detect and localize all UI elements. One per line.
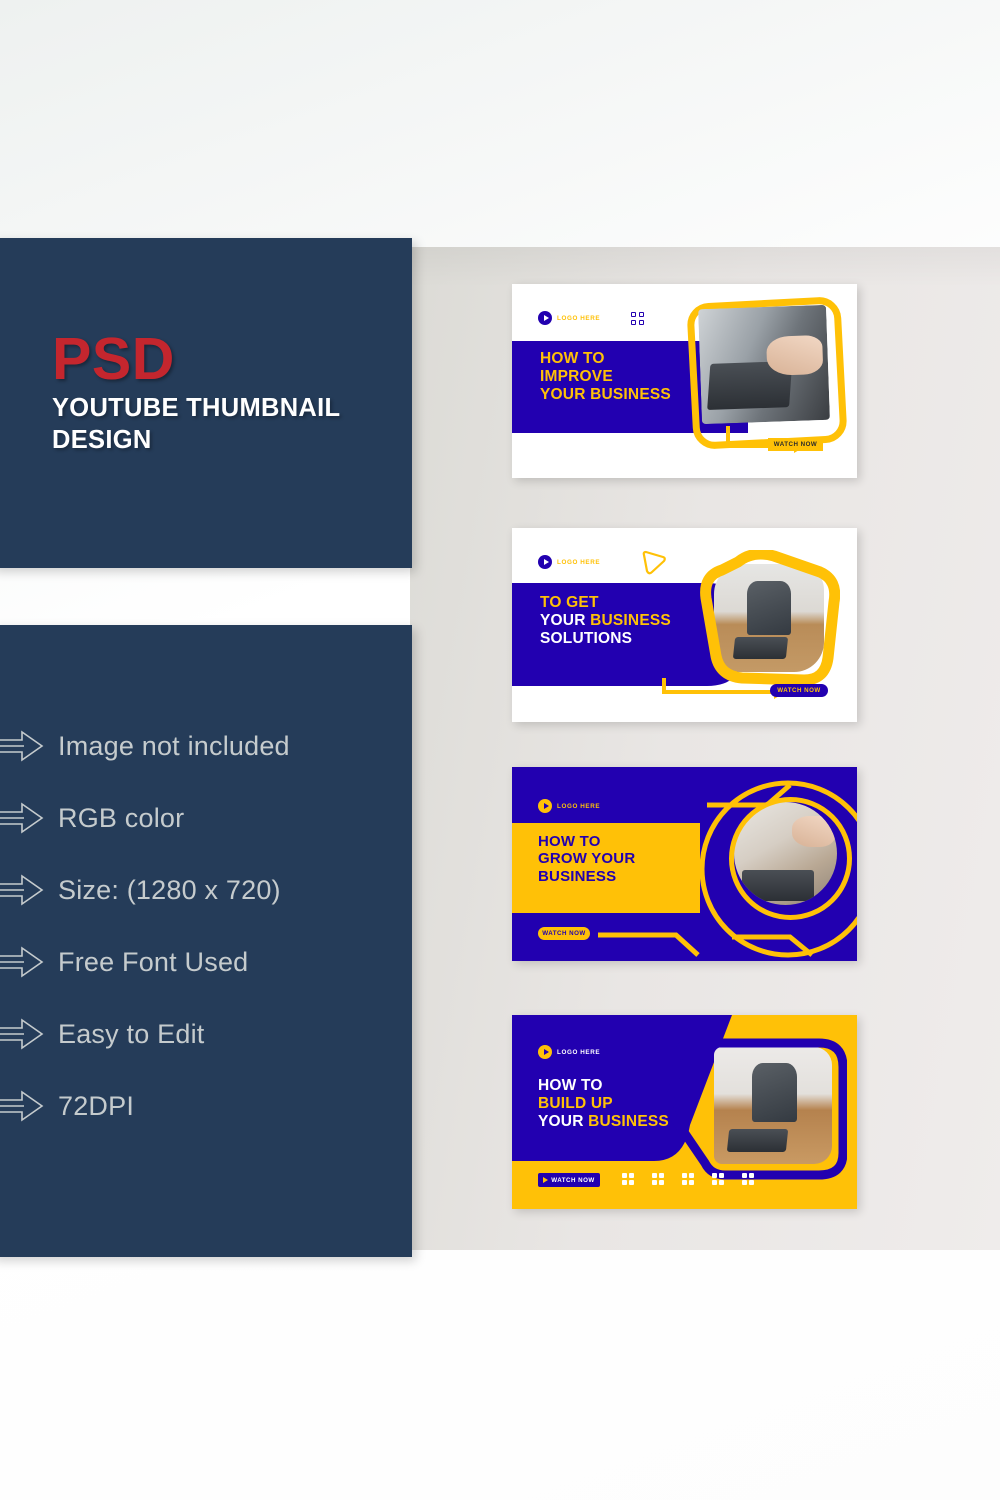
logo-label: LOGO HERE (557, 802, 601, 810)
arrow-right-outline-icon (0, 730, 44, 762)
headline-line-3: BUSINESS (538, 867, 617, 885)
list-item: Free Font Used (0, 926, 412, 998)
headline-line-3: YOUR BUSINESS (538, 1113, 669, 1131)
headline-line-2: IMPROVE (540, 367, 613, 385)
logo-lockup: LOGO HERE (538, 1045, 600, 1059)
white-dot-group (622, 1173, 634, 1185)
play-circle-icon (538, 799, 552, 813)
list-item-label: Size: (1280 x 720) (58, 874, 281, 905)
headline-line-3: SOLUTIONS (540, 629, 633, 647)
headline-word-business: BUSINESS (590, 611, 671, 629)
watch-now-button[interactable]: WATCH NOW (770, 684, 828, 697)
headline-line-1: TO GET (540, 594, 599, 611)
headline-word-business: BUSINESS (588, 1112, 669, 1130)
arrow-right-outline-icon (0, 802, 44, 834)
triangle-outline-icon (642, 550, 666, 575)
brand-title: PSD (52, 326, 175, 392)
headline-line-3: YOUR BUSINESS (540, 385, 671, 403)
watch-now-button[interactable]: WATCH NOW (538, 927, 590, 940)
play-circle-icon (538, 555, 552, 569)
list-item-label: RGB color (58, 802, 185, 833)
watch-now-button[interactable]: WATCH NOW (768, 438, 823, 451)
photo-ring (729, 797, 852, 920)
list-item-label: Easy to Edit (58, 1018, 205, 1049)
logo-label: LOGO HERE (557, 1048, 601, 1056)
thumbnail-mockup-grow[interactable]: LOGO HERE HOW TO GROW YOUR BUSINESS WATC… (512, 767, 857, 961)
logo-label: LOGO HERE (557, 558, 601, 566)
logo-lockup: LOGO HERE (538, 555, 600, 569)
white-dot-group (682, 1173, 694, 1185)
list-item-label: 72DPI (58, 1090, 135, 1121)
hands-on-laptop-photo (698, 304, 830, 425)
list-item: RGB color (0, 782, 412, 854)
photo-frame (700, 550, 840, 686)
white-dot-group (652, 1173, 664, 1185)
arrow-right-outline-icon (0, 1090, 44, 1122)
logo-lockup: LOGO HERE (538, 311, 600, 325)
headline-word-your: YOUR (538, 1112, 589, 1130)
photo-frame (667, 1038, 847, 1180)
headline-line-2: BUILD UP (538, 1094, 613, 1112)
arrow-right-outline-icon (0, 1018, 44, 1050)
play-icon (543, 1177, 549, 1183)
headline-line-1: HOW TO (538, 1077, 603, 1094)
watch-now-label: WATCH NOW (551, 1176, 595, 1184)
headline-line-1: HOW TO (540, 350, 605, 367)
play-circle-icon (538, 311, 552, 325)
title-block: PSD YOUTUBE THUMBNAIL DESIGN (52, 330, 340, 457)
headline: HOW TO IMPROVE YOUR BUSINESS (540, 350, 671, 404)
list-item: Image not included (0, 710, 412, 782)
thumbnail-mockup-solutions[interactable]: LOGO HERE TO GET YOUR BUSINESS SOLUTIONS… (512, 528, 857, 722)
subtitle-line-2: DESIGN (52, 425, 152, 454)
play-circle-icon (538, 1045, 552, 1059)
logo-lockup: LOGO HERE (538, 799, 600, 813)
thumbnail-mockup-improve[interactable]: LOGO HERE HOW TO IMPROVE YOUR BUSINESS W… (512, 284, 857, 478)
list-item: Size: (1280 x 720) (0, 854, 412, 926)
grid-dots-icon (631, 312, 644, 325)
headline-line-2: GROW YOUR (538, 850, 636, 868)
title-panel: PSD YOUTUBE THUMBNAIL DESIGN (0, 238, 412, 568)
list-item: Easy to Edit (0, 998, 412, 1070)
white-dot-group (742, 1173, 754, 1185)
logo-label: LOGO HERE (557, 314, 601, 322)
headline: HOW TO BUILD UP YOUR BUSINESS (538, 1077, 669, 1131)
arrow-right-outline-icon (0, 874, 44, 906)
headline-line-1: HOW TO (538, 833, 601, 850)
features-panel: Image not included RGB color Size: (1280… (0, 625, 412, 1257)
feature-list: Image not included RGB color Size: (1280… (0, 710, 412, 1142)
headline: TO GET YOUR BUSINESS SOLUTIONS (540, 594, 671, 648)
arrow-right-outline-icon (0, 946, 44, 978)
headline-line-2: YOUR BUSINESS (540, 612, 671, 630)
watch-now-button[interactable]: WATCH NOW (538, 1173, 600, 1187)
list-item-label: Image not included (58, 730, 290, 761)
headline: HOW TO GROW YOUR BUSINESS (538, 833, 635, 885)
circuit-line-bottom (598, 932, 700, 957)
white-dot-group (712, 1173, 724, 1185)
list-item-label: Free Font Used (58, 946, 249, 977)
subtitle-line-1: YOUTUBE THUMBNAIL (52, 394, 341, 422)
headline-word-your: YOUR (540, 611, 591, 629)
list-item: 72DPI (0, 1070, 412, 1142)
panel-top-shadow (410, 247, 1000, 287)
thumbnail-mockup-buildup[interactable]: LOGO HERE HOW TO BUILD UP YOUR BUSINESS … (512, 1015, 857, 1209)
